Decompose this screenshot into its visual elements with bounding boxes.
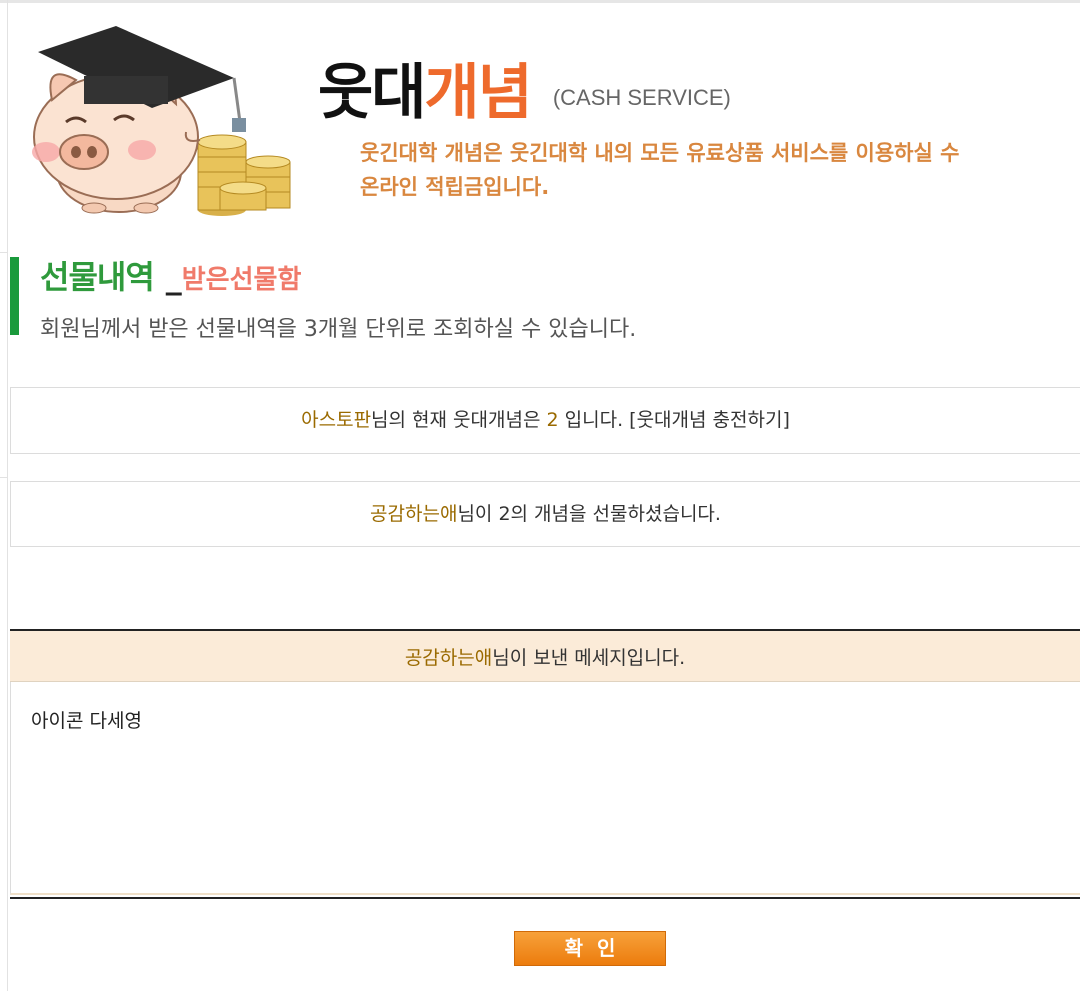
top-border [0,0,1080,3]
section-title-separator: _ [165,258,182,296]
description-line: 온라인 적립금입니다. [360,175,550,199]
pig-graduate-with-coins-icon [24,22,304,222]
title-orange: 개념 [424,58,532,128]
user-nickname: 아스토판 [301,409,372,431]
message-header-text: 님이 보낸 메세지입니다. [492,647,686,669]
message-header: 공감하는애님이 보낸 메세지입니다. [10,631,1080,682]
title-black: 웃대 [318,58,426,128]
section-title-sub: 받은선물함 [181,265,302,295]
balance-text: 님의 현재 웃대개념은 [371,409,547,431]
section-accent-bar [10,257,19,335]
gift-sender: 공감하는애 [370,503,458,525]
coin-stack-icon [197,134,291,216]
message-bottom-rule [10,897,1080,899]
section-title-main: 선물내역 [40,258,155,296]
service-title: 웃대개념 (CASH SERVICE) [318,44,731,128]
message-sender: 공감하는애 [404,647,493,669]
left-tick [0,252,7,253]
gift-text: 님이 2의 개념을 선물하셨습니다. [457,503,721,525]
message-body: 아이콘 다세영 [10,682,1080,895]
message-content: 아이콘 다세영 [31,710,142,732]
balance-amount: 2 [546,409,559,431]
confirm-button[interactable]: 확인 [514,931,666,966]
section-description: 회원님께서 받은 선물내역을 3개월 단위로 조회하실 수 있습니다. [40,317,637,342]
gift-box: 공감하는애님이 2의 개념을 선물하셨습니다. [10,481,1080,547]
title-subtitle: (CASH SERVICE) [552,85,731,110]
description-line: 웃긴대학 개념은 웃긴대학 내의 모든 유료상품 서비스를 이용하실 수 [360,141,960,165]
left-border [7,0,8,991]
section-title: 선물내역 _받은선물함 [40,252,301,298]
balance-box: 아스토판님의 현재 웃대개념은 2 입니다. [웃대개념 충전하기] [10,387,1080,454]
service-description: 웃긴대학 개념은 웃긴대학 내의 모든 유료상품 서비스를 이용하실 수 온라인… [360,136,1080,204]
left-tick [0,477,7,478]
charge-link[interactable]: [웃대개념 충전하기] [629,409,790,431]
balance-text-after: 입니다. [558,409,630,431]
